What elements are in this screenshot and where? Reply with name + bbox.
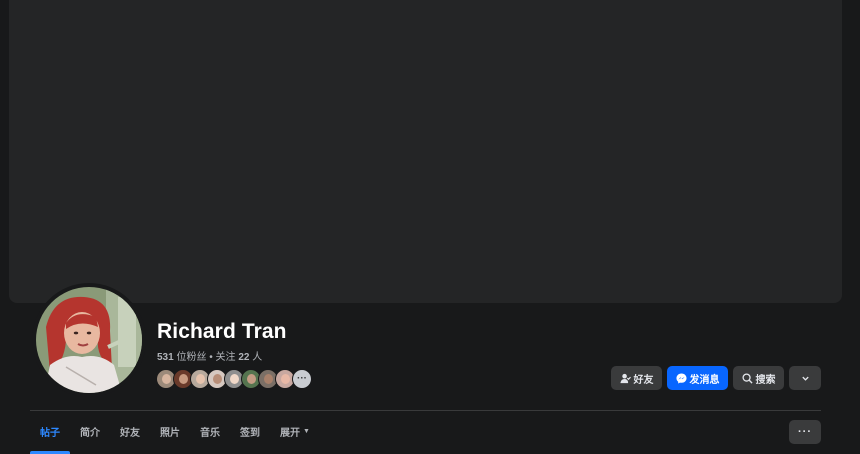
tab-checkins-label: 签到 [240, 427, 260, 439]
tab-posts[interactable]: 帖子 [30, 411, 70, 454]
profile-avatar[interactable] [32, 283, 146, 397]
more-friends-icon[interactable]: ··· [292, 369, 312, 389]
tab-photos-label: 照片 [160, 427, 180, 439]
friends-button[interactable]: 好友 [611, 366, 662, 390]
tab-more-label: 展开 [280, 427, 300, 439]
tab-more[interactable]: 展开 ▼ [270, 411, 320, 451]
search-icon [741, 372, 753, 384]
tab-music[interactable]: 音乐 [190, 411, 230, 451]
tab-friends[interactable]: 好友 [110, 411, 150, 451]
following-count[interactable]: 22 [238, 352, 249, 363]
tab-posts-label: 帖子 [40, 427, 60, 439]
tab-about[interactable]: 简介 [70, 411, 110, 451]
search-button[interactable]: 搜索 [733, 366, 784, 390]
tab-about-label: 简介 [80, 427, 100, 439]
followers-count[interactable]: 531 [157, 352, 174, 363]
tab-photos[interactable]: 照片 [150, 411, 190, 451]
profile-stats: 531 位粉丝 • 关注 22 人 [157, 348, 262, 363]
tab-checkins[interactable]: 签到 [230, 411, 270, 451]
cover-photo[interactable] [9, 0, 842, 303]
tab-music-label: 音乐 [200, 427, 220, 439]
message-button[interactable]: 发消息 [667, 366, 728, 390]
search-button-label: 搜索 [755, 374, 776, 386]
caret-down-icon: ▼ [303, 427, 310, 435]
following-unit: 人 [252, 352, 263, 363]
chevron-down-icon [801, 376, 809, 381]
followers-label[interactable]: 位粉丝 [176, 352, 206, 363]
messenger-icon [675, 372, 687, 384]
following-label[interactable]: 关注 [216, 352, 236, 363]
friends-button-label: 好友 [633, 374, 654, 386]
profile-options-button[interactable] [789, 366, 821, 390]
profile-name: Richard Tran [157, 320, 287, 343]
more-options-button[interactable]: ··· [789, 420, 821, 444]
message-button-label: 发消息 [689, 374, 720, 386]
friends-preview: ··· [156, 369, 312, 389]
stats-separator: • [209, 352, 213, 363]
profile-tabs: 帖子 简介 好友 照片 音乐 签到 展开 ▼ [30, 411, 320, 454]
profile-photo-icon [36, 287, 142, 393]
friend-check-icon [619, 373, 631, 383]
tab-friends-label: 好友 [120, 427, 140, 439]
